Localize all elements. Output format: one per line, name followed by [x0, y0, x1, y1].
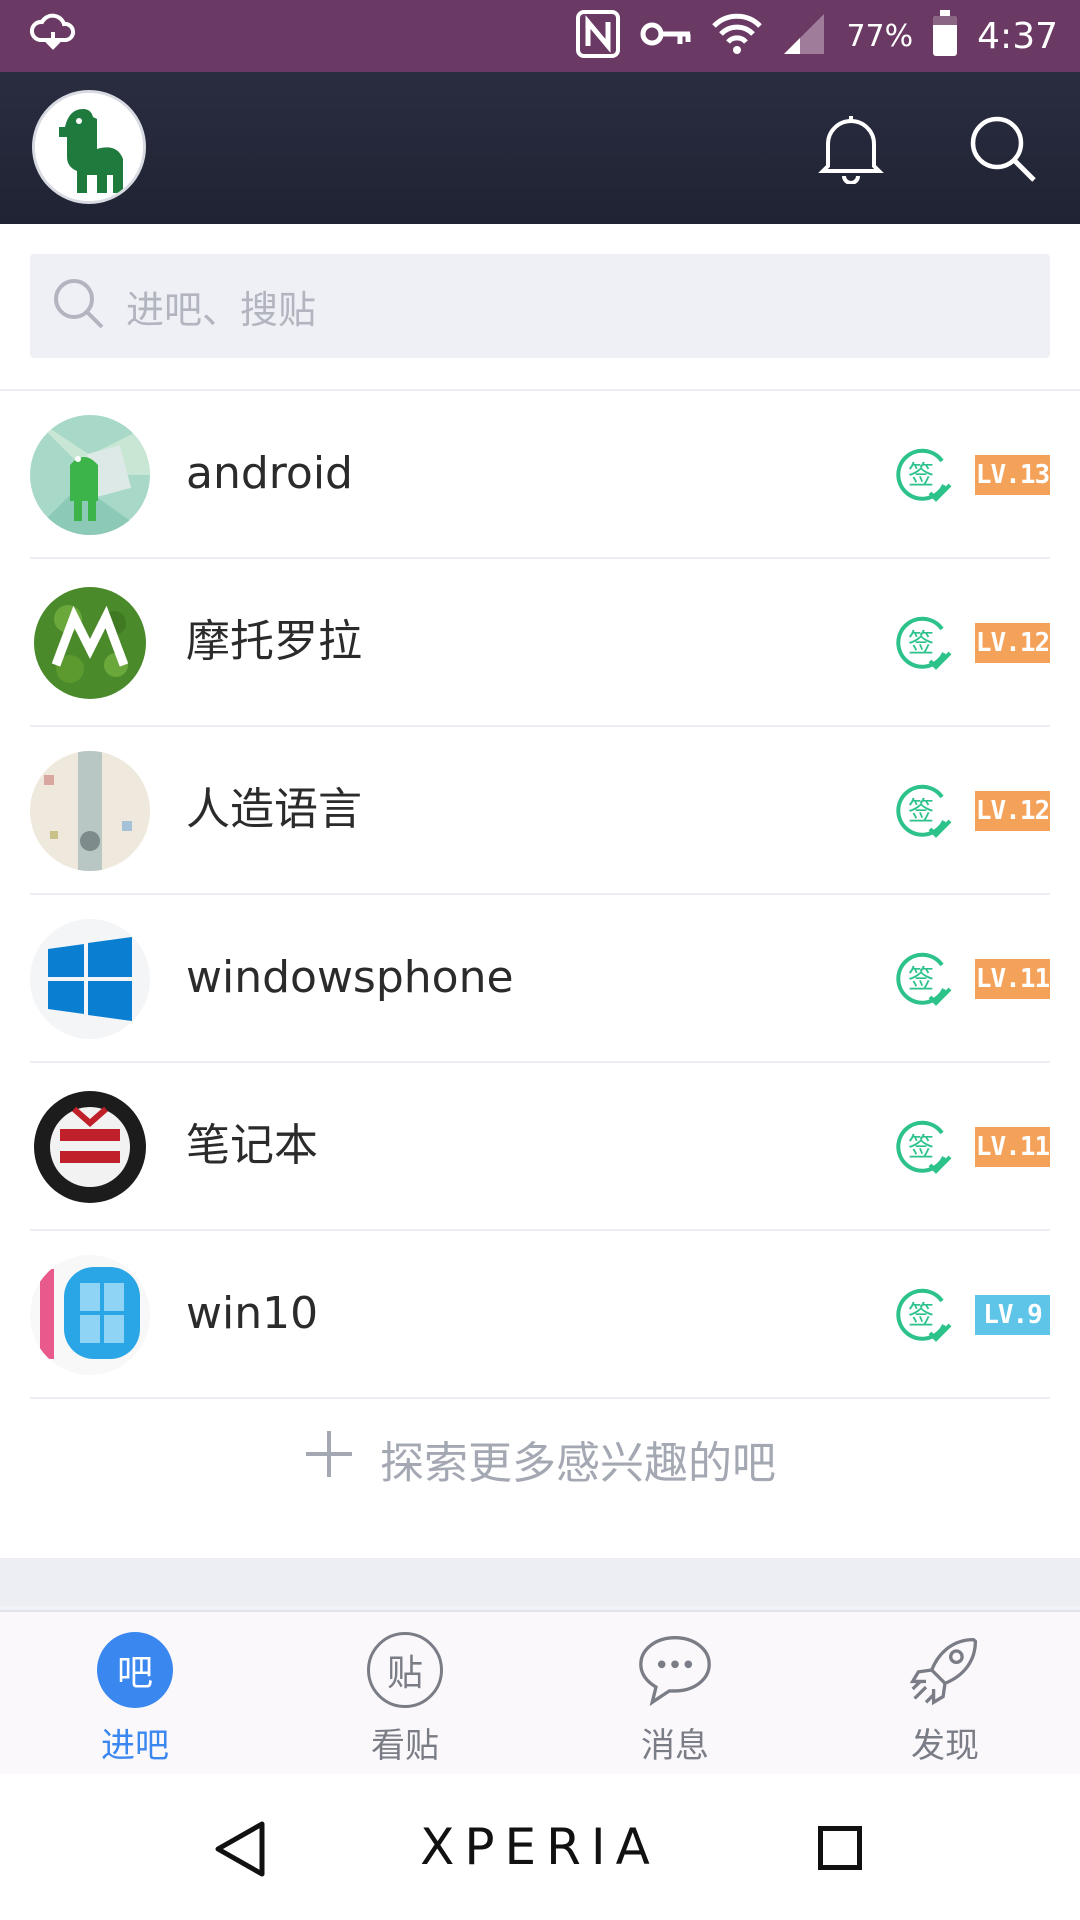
sign-in-label: 签: [908, 965, 934, 995]
sign-in-icon[interactable]: 签: [892, 1285, 954, 1351]
sign-in-label: 签: [908, 1133, 934, 1163]
forum-name: 摩托罗拉: [186, 616, 362, 667]
tab-discover[interactable]: 发现: [810, 1612, 1080, 1776]
user-avatar[interactable]: [32, 90, 146, 204]
bell-icon[interactable]: [818, 114, 884, 188]
app-header: [0, 72, 1080, 224]
status-bar: 77% 4:37: [0, 0, 1080, 72]
forum-name: 人造语言: [186, 784, 362, 835]
sign-in-icon[interactable]: 签: [892, 949, 954, 1015]
tab-messages[interactable]: 消息: [540, 1612, 810, 1776]
forum-avatar-motorola: [30, 583, 150, 703]
bottom-tab-bar: 吧 进吧 贴 看贴 消息 发现: [0, 1610, 1080, 1776]
sign-in-icon[interactable]: 签: [892, 1117, 954, 1183]
tab-label: 发现: [911, 1726, 979, 1766]
forum-row-windowsphone[interactable]: windowsphone 签 LV.11: [30, 895, 1050, 1063]
level-badge: LV.11: [975, 1127, 1050, 1167]
key-icon: [640, 19, 692, 53]
tab-label: 进吧: [101, 1726, 169, 1766]
nfc-icon: [576, 10, 621, 62]
forum-avatar-notebook: [30, 1087, 150, 1207]
level-badge: LV.11: [975, 959, 1050, 999]
forum-row-conlang[interactable]: 人造语言 签 LV.12: [30, 727, 1050, 895]
system-nav-bar: XPERIA: [0, 1774, 1080, 1920]
sign-in-label: 签: [908, 629, 934, 659]
battery-icon: [933, 10, 958, 56]
level-badge: LV.12: [975, 791, 1050, 831]
section-gap: [0, 1558, 1080, 1606]
tab-posts[interactable]: 贴 看贴: [270, 1612, 540, 1776]
level-badge: LV.12: [975, 623, 1050, 663]
explore-more-button[interactable]: 探索更多感兴趣的吧: [0, 1409, 1080, 1509]
battery-percentage: 77%: [846, 18, 914, 54]
cloud-sync-icon: [28, 10, 78, 60]
tab-forums[interactable]: 吧 进吧: [0, 1612, 270, 1776]
sign-in-icon[interactable]: 签: [892, 613, 954, 679]
forum-name: android: [186, 448, 353, 499]
sign-in-label: 签: [908, 1301, 934, 1331]
level-badge: LV.9: [975, 1295, 1050, 1335]
forum-tab-icon: 吧: [97, 1632, 173, 1708]
device-brand: XPERIA: [420, 1818, 660, 1876]
forum-name: windowsphone: [186, 952, 514, 1003]
forum-row-win10[interactable]: win10 签 LV.9: [30, 1231, 1050, 1399]
signal-icon: [782, 12, 826, 60]
recent-apps-icon[interactable]: [818, 1826, 862, 1870]
search-icon[interactable]: [968, 114, 1038, 188]
rocket-icon: [907, 1632, 983, 1708]
plus-icon: [304, 1429, 354, 1490]
posts-tab-icon: 贴: [367, 1632, 443, 1708]
sign-in-label: 签: [908, 797, 934, 827]
forum-avatar-win10: [30, 1255, 150, 1375]
forum-name: win10: [186, 1288, 319, 1339]
forum-search-input[interactable]: 进吧、搜贴: [30, 254, 1050, 358]
sign-in-icon[interactable]: 签: [892, 445, 954, 511]
tab-label: 看贴: [371, 1726, 439, 1766]
explore-more-label: 探索更多感兴趣的吧: [380, 1438, 776, 1489]
forum-avatar-windowsphone: [30, 919, 150, 1039]
search-placeholder: 进吧、搜贴: [126, 287, 317, 332]
forum-avatar-conlang: [30, 751, 150, 871]
level-badge: LV.13: [975, 455, 1050, 495]
forum-tab-icon-char: 吧: [116, 1653, 153, 1694]
forum-list: android 签 LV.13 摩托罗拉 签 LV.12 人造语言 签 LV.1…: [0, 391, 1080, 1399]
forum-row-notebook[interactable]: 笔记本 签 LV.11: [30, 1063, 1050, 1231]
clock: 4:37: [977, 15, 1058, 57]
forum-avatar-android: [30, 415, 150, 535]
search-icon: [52, 277, 106, 335]
tab-label: 消息: [641, 1726, 709, 1766]
posts-tab-icon-char: 贴: [386, 1653, 423, 1694]
wifi-icon: [712, 12, 763, 60]
forum-row-android[interactable]: android 签 LV.13: [30, 391, 1050, 559]
forum-row-motorola[interactable]: 摩托罗拉 签 LV.12: [30, 559, 1050, 727]
message-bubble-icon: [637, 1632, 713, 1708]
forum-name: 笔记本: [186, 1120, 318, 1171]
sign-in-label: 签: [908, 461, 934, 491]
sign-in-icon[interactable]: 签: [892, 781, 954, 847]
main-content: 进吧、搜贴 android 签 LV.13 摩托罗拉 签 LV.12 人造语言 …: [0, 224, 1080, 1558]
